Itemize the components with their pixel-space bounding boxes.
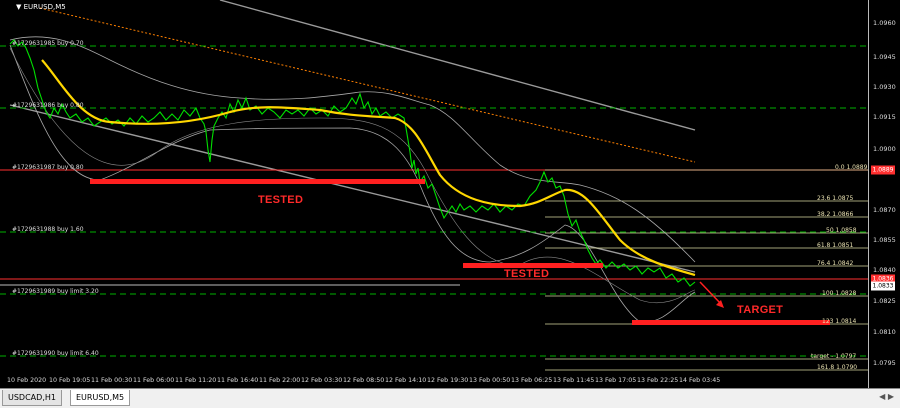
- channel-line-upper: [219, 0, 696, 131]
- order-label-5: #1729631989 buy limit 3.20: [12, 288, 99, 295]
- tab-usdcad-h1[interactable]: USDCAD,H1: [2, 390, 62, 406]
- time-label: 13 Feb 00:50: [469, 377, 511, 384]
- time-label: 12 Feb 08:50: [343, 377, 385, 384]
- chart-title: ▼ EURUSD,M5: [16, 3, 66, 11]
- chart-tab-bar: USDCAD,H1 EURUSD,M5 ◀ ▶: [0, 388, 900, 408]
- moving-average: [41, 59, 696, 277]
- price-label: 1.0870: [873, 206, 896, 214]
- target-arrowhead: [716, 300, 724, 308]
- time-label: 12 Feb 19:30: [427, 377, 469, 384]
- price-tag-fib-high: 1.0889: [871, 165, 895, 175]
- envelope-upper: [9, 36, 696, 263]
- fib-label-618: 61.8 1.0851: [817, 242, 854, 249]
- fib-label-target: target - 1.0797: [811, 353, 857, 360]
- price-label: 1.0930: [873, 83, 896, 91]
- left-right-arrows-icon[interactable]: ◀ ▶: [879, 392, 894, 401]
- tab-eurusd-m5[interactable]: EURUSD,M5: [70, 390, 131, 406]
- fib-label-236: 23.6 1.0875: [817, 195, 854, 202]
- price-line: [9, 39, 696, 287]
- time-label: 14 Feb 03:45: [679, 377, 721, 384]
- fib-label-1618: 161.8 1.0790: [817, 364, 858, 371]
- fib-label-123: 123 1.0814: [822, 318, 857, 325]
- order-label-6: #1729631990 buy limit 6.40: [12, 350, 99, 357]
- time-label: 11 Feb 16:40: [217, 377, 259, 384]
- order-label-3: #1729631987 buy 0.80: [12, 164, 84, 171]
- price-label: 1.0945: [873, 53, 896, 61]
- time-label: 13 Feb 22:25: [637, 377, 679, 384]
- price-label: 1.0960: [873, 19, 896, 27]
- time-label: 10 Feb 19:05: [49, 377, 91, 384]
- order-label-4: #1729631988 buy 1.60: [12, 226, 84, 233]
- tested-label-1: TESTED: [258, 194, 304, 206]
- tested-support-bar-1: [90, 179, 425, 184]
- time-label: 11 Feb 11:20: [175, 377, 217, 384]
- time-label: 10 Feb 2020: [7, 377, 47, 384]
- fib-label-100: 100 1.0828: [822, 290, 857, 297]
- target-bar: [632, 320, 830, 325]
- price-label: 1.0900: [873, 145, 896, 153]
- time-label: 13 Feb 11:45: [553, 377, 595, 384]
- target-label: TARGET: [737, 304, 784, 316]
- symbol-timeframe: EURUSD,M5: [23, 3, 66, 11]
- order-label-1: #1729631985 buy 0.70: [12, 40, 84, 47]
- tested-label-2: TESTED: [504, 268, 550, 280]
- chart-menu-icon[interactable]: ▼: [16, 3, 21, 11]
- mt4-chart-window[interactable]: ▼ EURUSD,M5 #1729631985 buy 0.70 #172963…: [0, 0, 900, 408]
- price-axis[interactable]: 1.0960 1.0945 1.0930 1.0915 1.0900 1.087…: [868, 0, 900, 388]
- price-tag-bid: 1.0833: [871, 281, 895, 291]
- fib-label-382: 38.2 1.0866: [817, 211, 854, 218]
- price-label: 1.0855: [873, 236, 896, 244]
- time-label: 13 Feb 06:25: [511, 377, 553, 384]
- fib-label-50: 50 1.0858: [826, 227, 857, 234]
- order-label-2: #1729631986 buy 0.80: [12, 102, 84, 109]
- price-label: 1.0795: [873, 359, 896, 367]
- price-label: 1.0825: [873, 297, 896, 305]
- price-label: 1.0915: [873, 113, 896, 121]
- price-chart[interactable]: [0, 0, 868, 388]
- time-label: 11 Feb 00:30: [91, 377, 133, 384]
- time-label: 11 Feb 22:00: [259, 377, 301, 384]
- time-label: 12 Feb 03:30: [301, 377, 343, 384]
- time-label: 12 Feb 14:10: [385, 377, 427, 384]
- price-label: 1.0840: [873, 266, 896, 274]
- channel-line-dotted: [39, 7, 696, 163]
- fib-label-764: 76.4 1.0842: [817, 260, 854, 267]
- time-label: 11 Feb 06:00: [133, 377, 175, 384]
- price-label: 1.0810: [873, 328, 896, 336]
- fib-label-0: 0.0 1.0889: [835, 164, 868, 171]
- time-label: 13 Feb 17:05: [595, 377, 637, 384]
